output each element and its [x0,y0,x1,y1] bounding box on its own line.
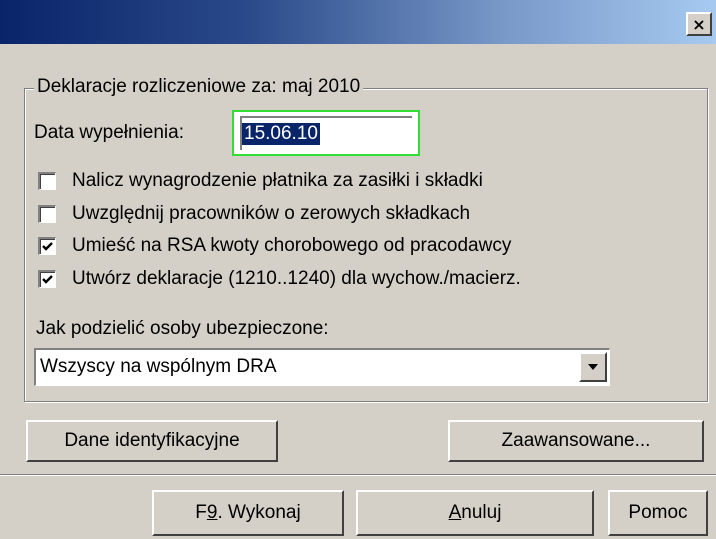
close-button[interactable]: × [686,12,712,36]
checkbox-rsa-sickness[interactable] [38,237,56,255]
dropdown-button[interactable] [579,352,607,382]
date-field[interactable]: 15.06.10 [232,110,420,156]
checkbox-label-payer-remuneration: Nalicz wynagrodzenie płatnika za zasiłki… [72,170,483,191]
cancel-accelerator: A [448,502,462,523]
execute-button[interactable]: F9. Wykonaj [152,490,344,536]
split-label: Jak podzielić osoby ubezpieczone: [36,318,329,339]
date-label: Data wypełnienia: [34,122,184,143]
cancel-button[interactable]: Anuluj [356,490,594,536]
groupbox-legend: Deklaracje rozliczeniowe za: maj 2010 [34,76,364,98]
checkbox-create-declarations[interactable] [38,270,56,288]
split-selected-value: Wszyscy na wspólnym DRA [40,356,277,377]
split-select[interactable]: Wszyscy na wspólnym DRA [34,348,610,386]
separator [0,474,716,476]
checkmark-icon [42,275,53,284]
title-bar: × [0,0,716,44]
checkbox-label-rsa-sickness: Umieść na RSA kwoty chorobowego od praco… [72,235,512,256]
execute-prefix: F [195,502,207,523]
checkmark-icon [42,242,53,251]
execute-accelerator: 9 [206,502,218,523]
date-value: 15.06.10 [242,123,320,145]
help-button[interactable]: Pomoc [608,490,708,536]
checkbox-label-zero-contributions: Uwzględnij pracowników o zerowych składk… [72,203,471,224]
checkbox-payer-remuneration[interactable] [38,172,56,190]
checkbox-label-create-declarations: Utwórz deklaracje (1210..1240) dla wycho… [72,268,521,289]
cancel-label-rest: nuluj [461,502,502,523]
execute-label-rest: . Wykonaj [217,502,301,523]
chevron-down-icon [588,364,598,370]
advanced-button[interactable]: Zaawansowane... [448,420,704,462]
close-icon: × [692,14,706,34]
identification-data-button[interactable]: Dane identyfikacyjne [26,420,278,462]
checkbox-zero-contributions[interactable] [38,205,56,223]
